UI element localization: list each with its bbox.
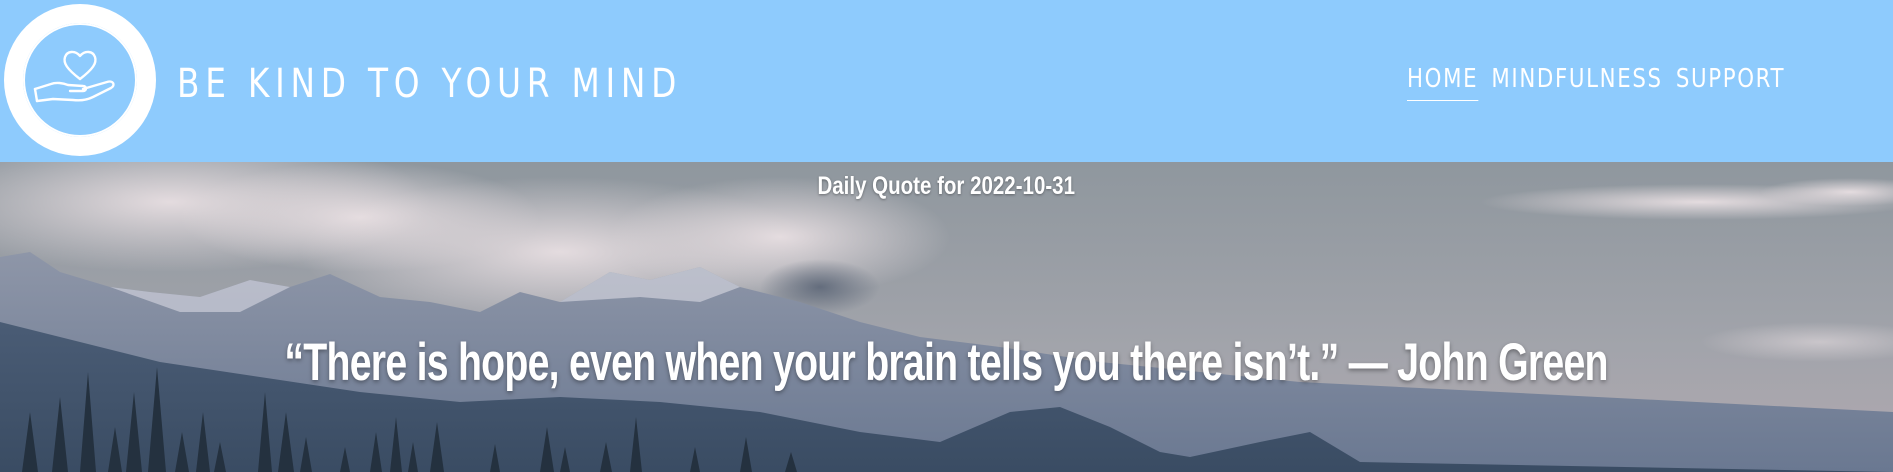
heart-in-hand-icon: [33, 50, 115, 103]
main-nav: HOME MINDFULNESS SUPPORT: [1407, 64, 1798, 104]
mountain-landscape-background: [0, 162, 1893, 472]
nav-mindfulness-link[interactable]: MINDFULNESS: [1491, 64, 1662, 100]
site-logo[interactable]: [4, 4, 156, 156]
page: BE KIND TO YOUR MIND HOME MINDFULNESS SUPP…: [0, 0, 1893, 472]
nav-support-link[interactable]: SUPPORT: [1676, 64, 1785, 100]
daily-quote-label: Daily Quote for 2022-10-31: [817, 172, 1075, 200]
logo-badge: [23, 23, 137, 137]
nav-home-link[interactable]: HOME: [1407, 64, 1479, 101]
hero-section: Daily Quote for 2022-10-31 “There is hop…: [0, 162, 1893, 472]
site-header: BE KIND TO YOUR MIND HOME MINDFULNESS SUPP…: [0, 0, 1893, 162]
daily-quote-text: “There is hope, even when your brain tel…: [284, 333, 1608, 392]
site-title[interactable]: BE KIND TO YOUR MIND: [177, 58, 682, 110]
